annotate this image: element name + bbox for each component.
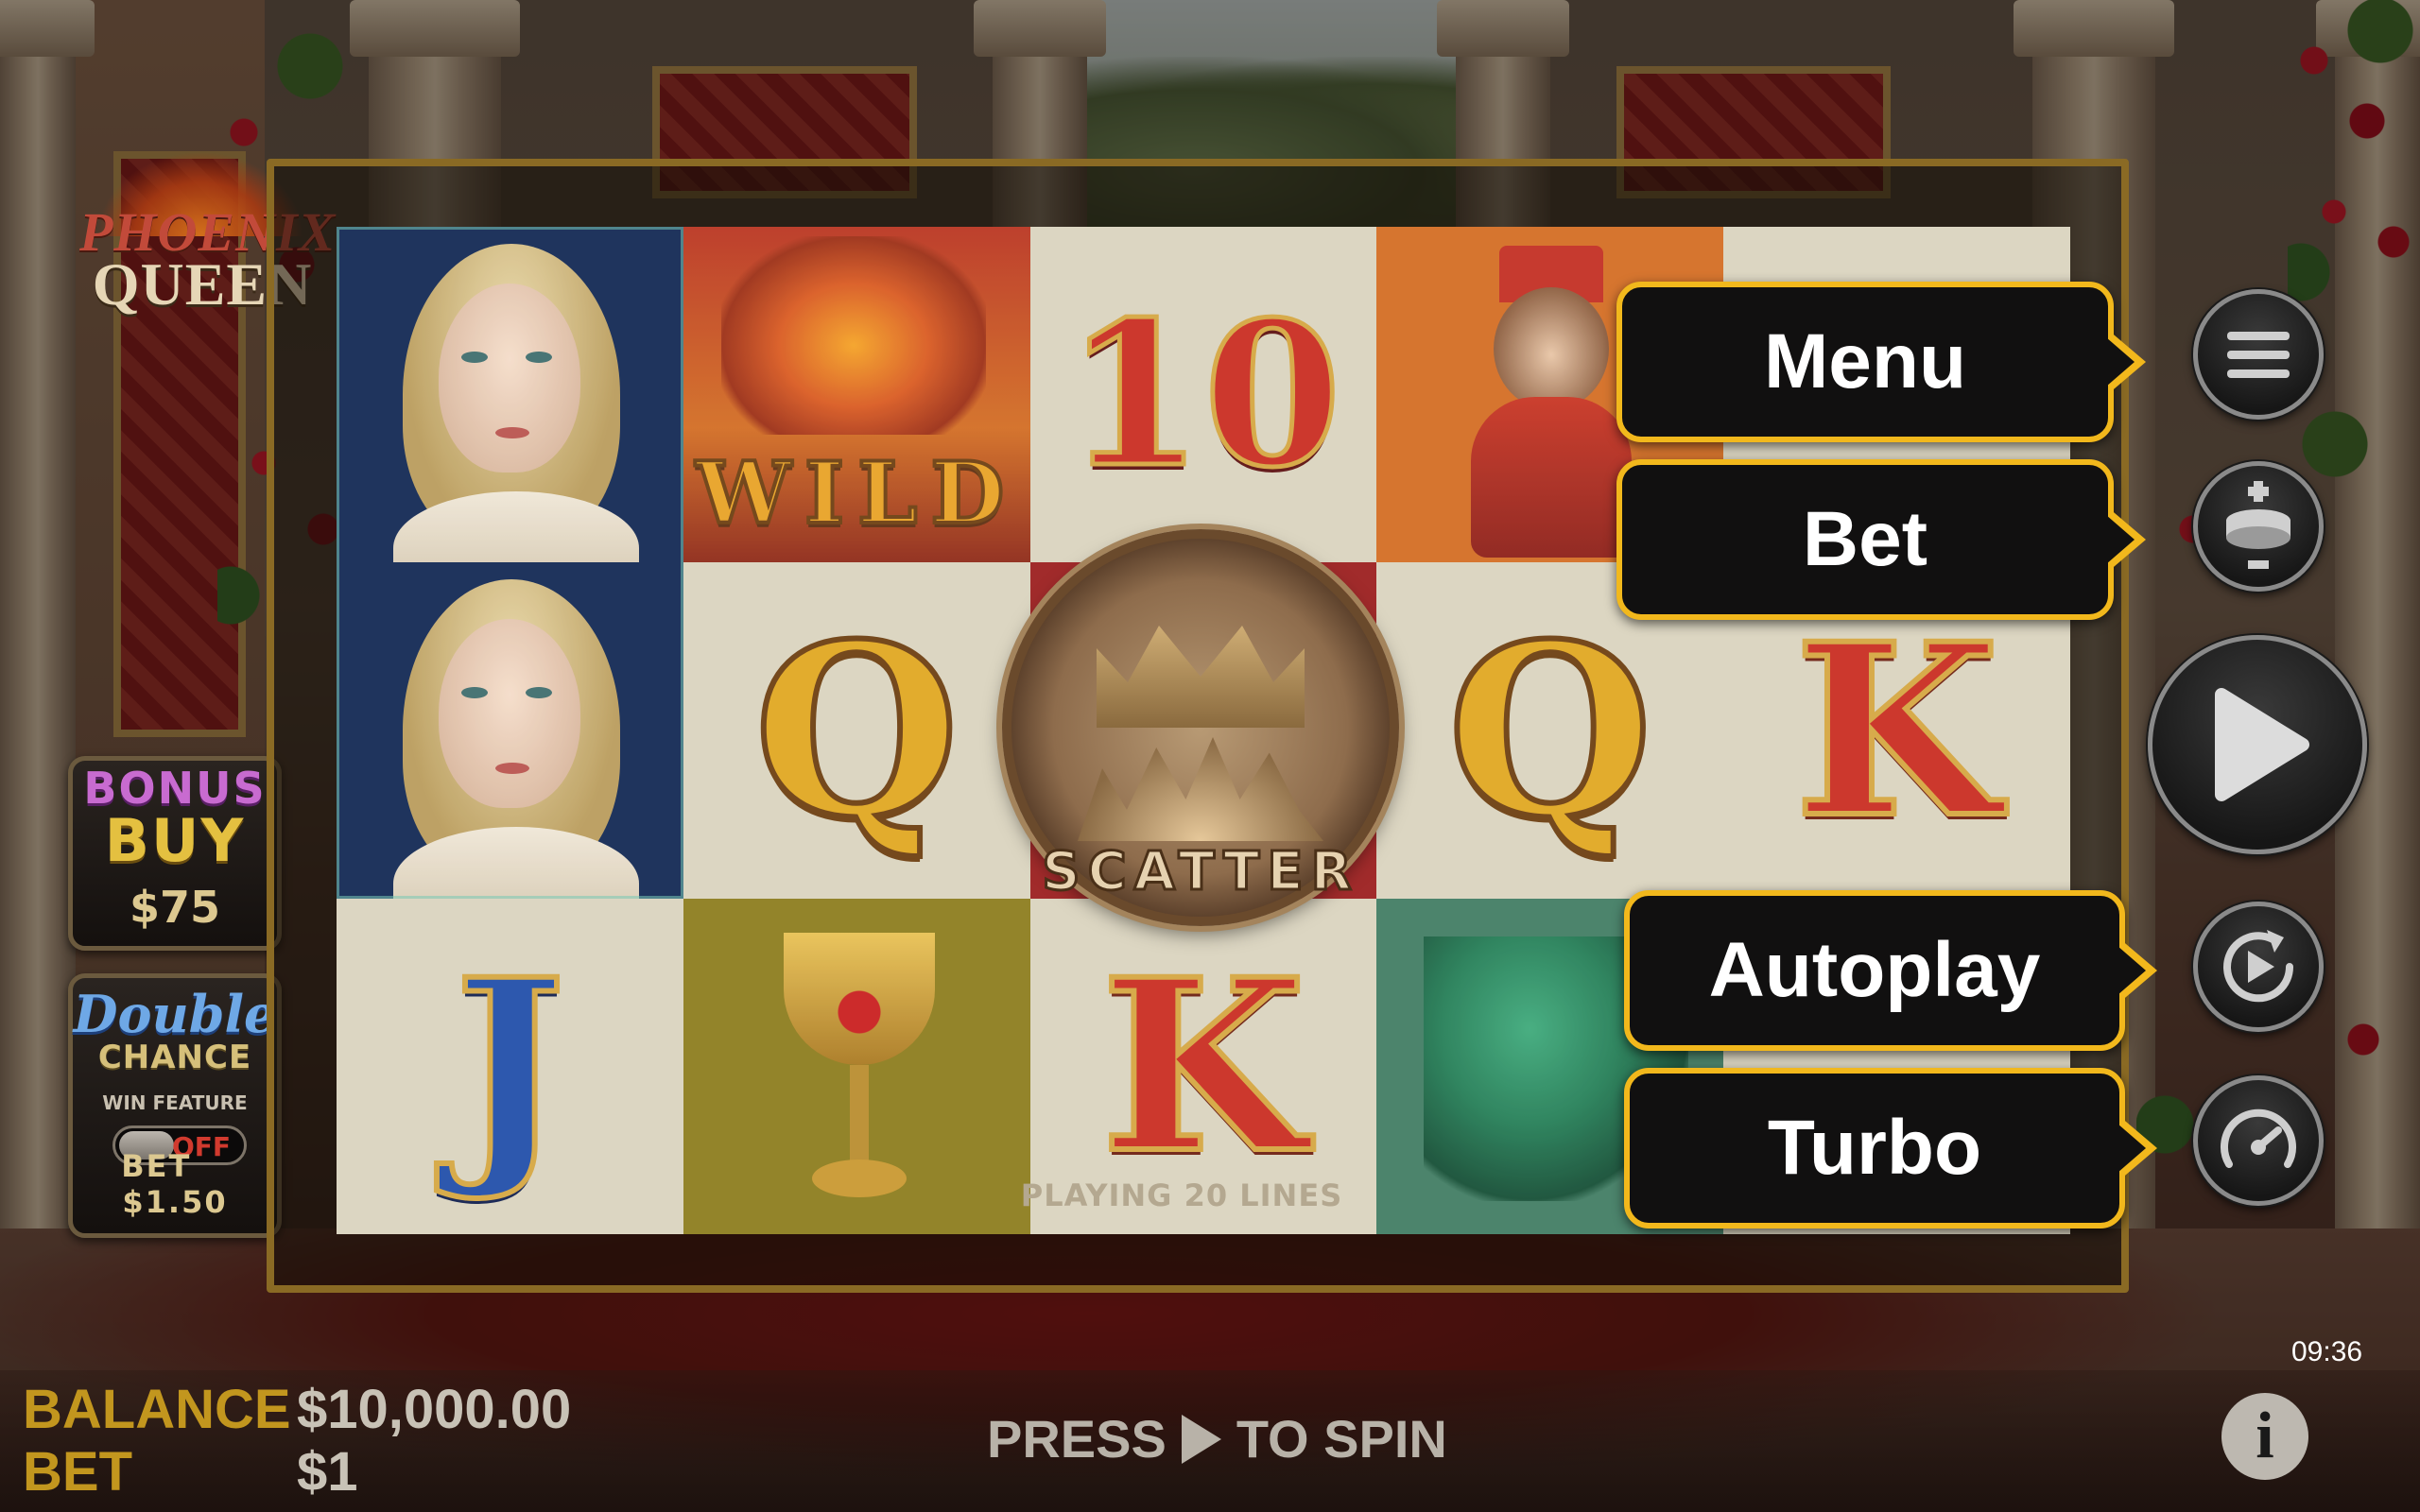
q-label: Q [1444, 591, 1656, 869]
press-to-spin-text: PRESS TO SPIN [987, 1408, 1447, 1469]
j-label: J [451, 927, 568, 1206]
play-icon [2215, 688, 2309, 801]
double-chance-subtitle: WIN FEATURE [102, 1091, 248, 1114]
playing-lines-text: PLAYING 20 LINES [1020, 1177, 1343, 1213]
bet-tooltip: Bet [1616, 459, 2114, 620]
menu-tooltip: Menu [1616, 282, 2114, 442]
balance-label: BALANCE [23, 1379, 291, 1440]
autoplay-loop-icon [2223, 930, 2294, 1003]
autoplay-button[interactable] [2193, 902, 2324, 1032]
bet-value: $1 [297, 1441, 358, 1503]
bonus-buy-price: $75 [129, 882, 221, 933]
menu-tooltip-label: Menu [1763, 318, 1967, 404]
symbol-queen-portrait [337, 562, 683, 899]
double-chance-bet-label: BET [121, 1148, 192, 1184]
monkey-icon [1461, 246, 1641, 558]
crown-icon [1097, 626, 1305, 728]
scatter-label: SCATTER [1041, 840, 1359, 904]
chalice-icon [774, 932, 944, 1216]
symbol-q: Q [683, 562, 1030, 899]
symbol-scatter: SCATTER [1002, 529, 1399, 926]
q-label: Q [751, 591, 962, 869]
bonus-buy-title-bottom: BUY [104, 806, 246, 875]
to-spin-label: TO SPIN [1236, 1409, 1447, 1469]
hamburger-menu-icon [2227, 332, 2290, 378]
play-triangle-icon [1181, 1414, 1221, 1464]
phoenix-bird-icon [720, 236, 986, 435]
bet-button[interactable] [2193, 461, 2324, 592]
autoplay-tooltip: Autoplay [1624, 890, 2125, 1051]
balance-value: $10,000.00 [297, 1379, 572, 1440]
info-button[interactable]: i [2221, 1393, 2308, 1480]
bonus-buy-button[interactable]: BONUS BUY $75 [68, 756, 282, 951]
press-label: PRESS [987, 1409, 1167, 1469]
symbol-ten: 10 [1029, 227, 1377, 563]
bet-label: BET [23, 1441, 132, 1503]
symbol-j: J [337, 898, 683, 1234]
double-chance-title-top: Double [73, 984, 277, 1044]
clock: 09:36 [2291, 1336, 2363, 1367]
menu-button[interactable] [2193, 289, 2324, 420]
double-chance-panel: Double CHANCE WIN FEATURE OFF BET $1.50 [68, 973, 282, 1238]
coin-stack-plus-minus-icon [2226, 481, 2290, 569]
k-label: K [1098, 927, 1308, 1206]
symbol-queen-portrait [337, 227, 683, 563]
ten-label: 10 [1063, 277, 1343, 511]
turbo-button[interactable] [2193, 1075, 2324, 1206]
speedometer-icon [2221, 1108, 2296, 1168]
double-chance-title-bottom: CHANCE [97, 1039, 252, 1076]
symbol-wild-phoenix: WILD [683, 227, 1030, 563]
turbo-tooltip: Turbo [1624, 1068, 2125, 1228]
double-chance-bet-value: $1.50 [122, 1184, 228, 1220]
turbo-tooltip-label: Turbo [1767, 1105, 1982, 1191]
spin-button[interactable] [2148, 635, 2367, 854]
info-icon: i [2256, 1400, 2274, 1472]
symbol-chalice [683, 898, 1030, 1234]
bet-tooltip-label: Bet [1802, 496, 1928, 582]
double-chance-bet: BET $1.50 [73, 1148, 277, 1220]
autoplay-tooltip-label: Autoplay [1708, 927, 2041, 1013]
wild-label: WILD [694, 441, 1018, 545]
flames-icon [1078, 737, 1323, 841]
k-label: K [1791, 591, 2002, 869]
